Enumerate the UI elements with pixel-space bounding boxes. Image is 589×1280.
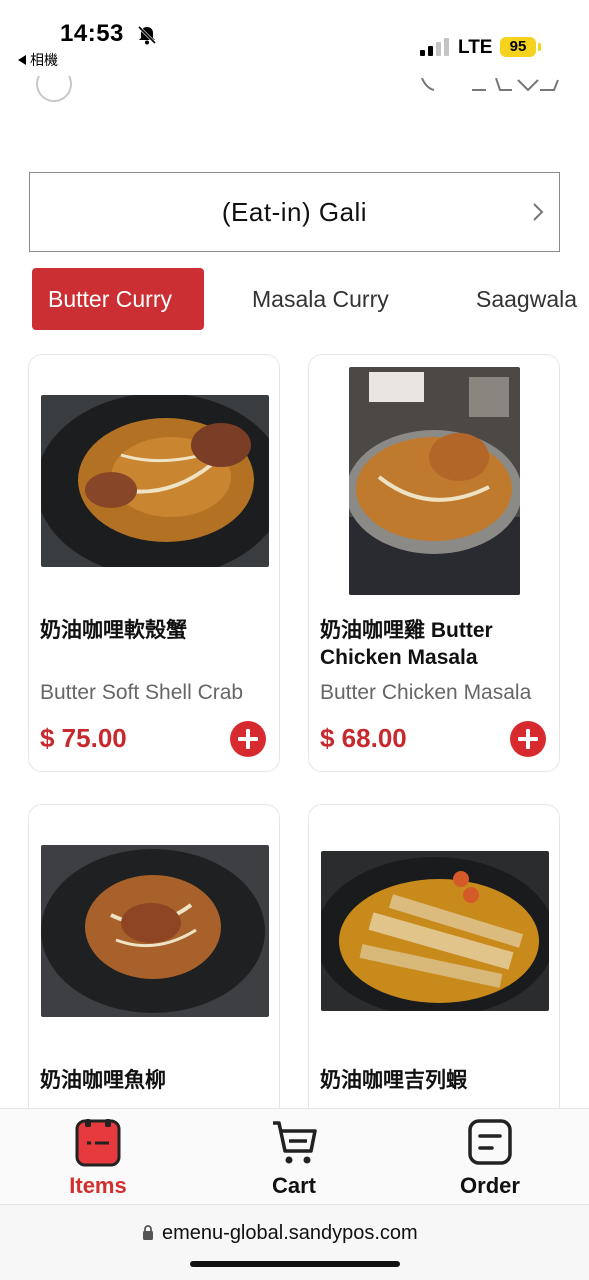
product-card-butter-fish-fillet[interactable]: 奶油咖哩魚柳 xyxy=(28,804,280,1124)
store-selector[interactable]: (Eat-in) Gali xyxy=(29,172,560,252)
product-name: 奶油咖哩雞 Butter Chicken Masala xyxy=(320,619,493,669)
product-price: $ 68.00 xyxy=(320,723,407,753)
tab-saagwala[interactable]: Saagwala xyxy=(476,268,577,330)
bottom-nav: Items Cart Order xyxy=(0,1108,589,1204)
signal-icon xyxy=(420,38,449,56)
product-card-butter-soft-shell-crab[interactable]: 奶油咖哩軟殼蟹 Butter Soft Shell Crab $ 75.00 xyxy=(28,354,280,772)
header-actions-partial xyxy=(421,78,559,92)
product-photo xyxy=(41,845,269,1017)
nav-order[interactable]: Order xyxy=(425,1117,555,1205)
tab-masala-curry[interactable]: Masala Curry xyxy=(252,268,389,330)
home-indicator[interactable] xyxy=(190,1261,400,1267)
status-time: 14:53 xyxy=(60,20,124,47)
product-photo xyxy=(349,367,520,595)
chevron-right-icon xyxy=(533,203,544,221)
tab-butter-curry[interactable]: Butter Curry xyxy=(32,268,204,330)
items-icon xyxy=(75,1119,121,1167)
store-name: (Eat-in) Gali xyxy=(221,196,368,227)
nav-label: Cart xyxy=(271,1173,316,1198)
nav-items[interactable]: Items xyxy=(33,1117,163,1205)
category-tabs: Butter Curry Masala Curry Saagwala xyxy=(0,268,589,332)
back-to-camera-link[interactable]: 相機 xyxy=(18,50,58,70)
avatar[interactable] xyxy=(36,76,72,104)
product-subtitle: Butter Chicken Masala xyxy=(320,681,532,704)
product-photo xyxy=(321,851,549,1011)
product-card-butter-cutlet-prawn[interactable]: 奶油咖哩吉列蝦 xyxy=(308,804,560,1124)
back-arrow-icon xyxy=(18,55,26,65)
product-name: 奶油咖哩吉列蝦 xyxy=(320,1069,467,1092)
plus-circle-icon[interactable] xyxy=(230,721,266,757)
product-photo xyxy=(41,395,269,567)
network-label: LTE xyxy=(458,37,493,58)
bell-muted-icon xyxy=(137,25,157,45)
lock-icon xyxy=(143,1225,153,1240)
nav-cart[interactable]: Cart xyxy=(229,1117,359,1205)
product-card-butter-chicken-masala[interactable]: 奶油咖哩雞 Butter Chicken Masala Butter Chick… xyxy=(308,354,560,772)
battery-nub xyxy=(538,43,541,51)
product-name: 奶油咖哩軟殼蟹 xyxy=(40,619,187,642)
product-name: 奶油咖哩魚柳 xyxy=(40,1069,166,1092)
battery-icon: 95 xyxy=(500,37,536,57)
back-label: 相機 xyxy=(30,52,58,68)
nav-label: Order xyxy=(460,1173,520,1198)
browser-url-bar[interactable]: emenu-global.sandypos.com xyxy=(0,1204,589,1280)
nav-label: Items xyxy=(69,1173,127,1198)
product-subtitle: Butter Soft Shell Crab xyxy=(40,681,244,704)
url-text: emenu-global.sandypos.com xyxy=(162,1222,418,1244)
plus-circle-icon[interactable] xyxy=(510,721,546,757)
cart-icon xyxy=(273,1121,317,1164)
product-price: $ 75.00 xyxy=(40,723,127,753)
status-bar: 14:53 相機 LTE 95 xyxy=(0,0,589,80)
order-icon xyxy=(468,1119,512,1165)
